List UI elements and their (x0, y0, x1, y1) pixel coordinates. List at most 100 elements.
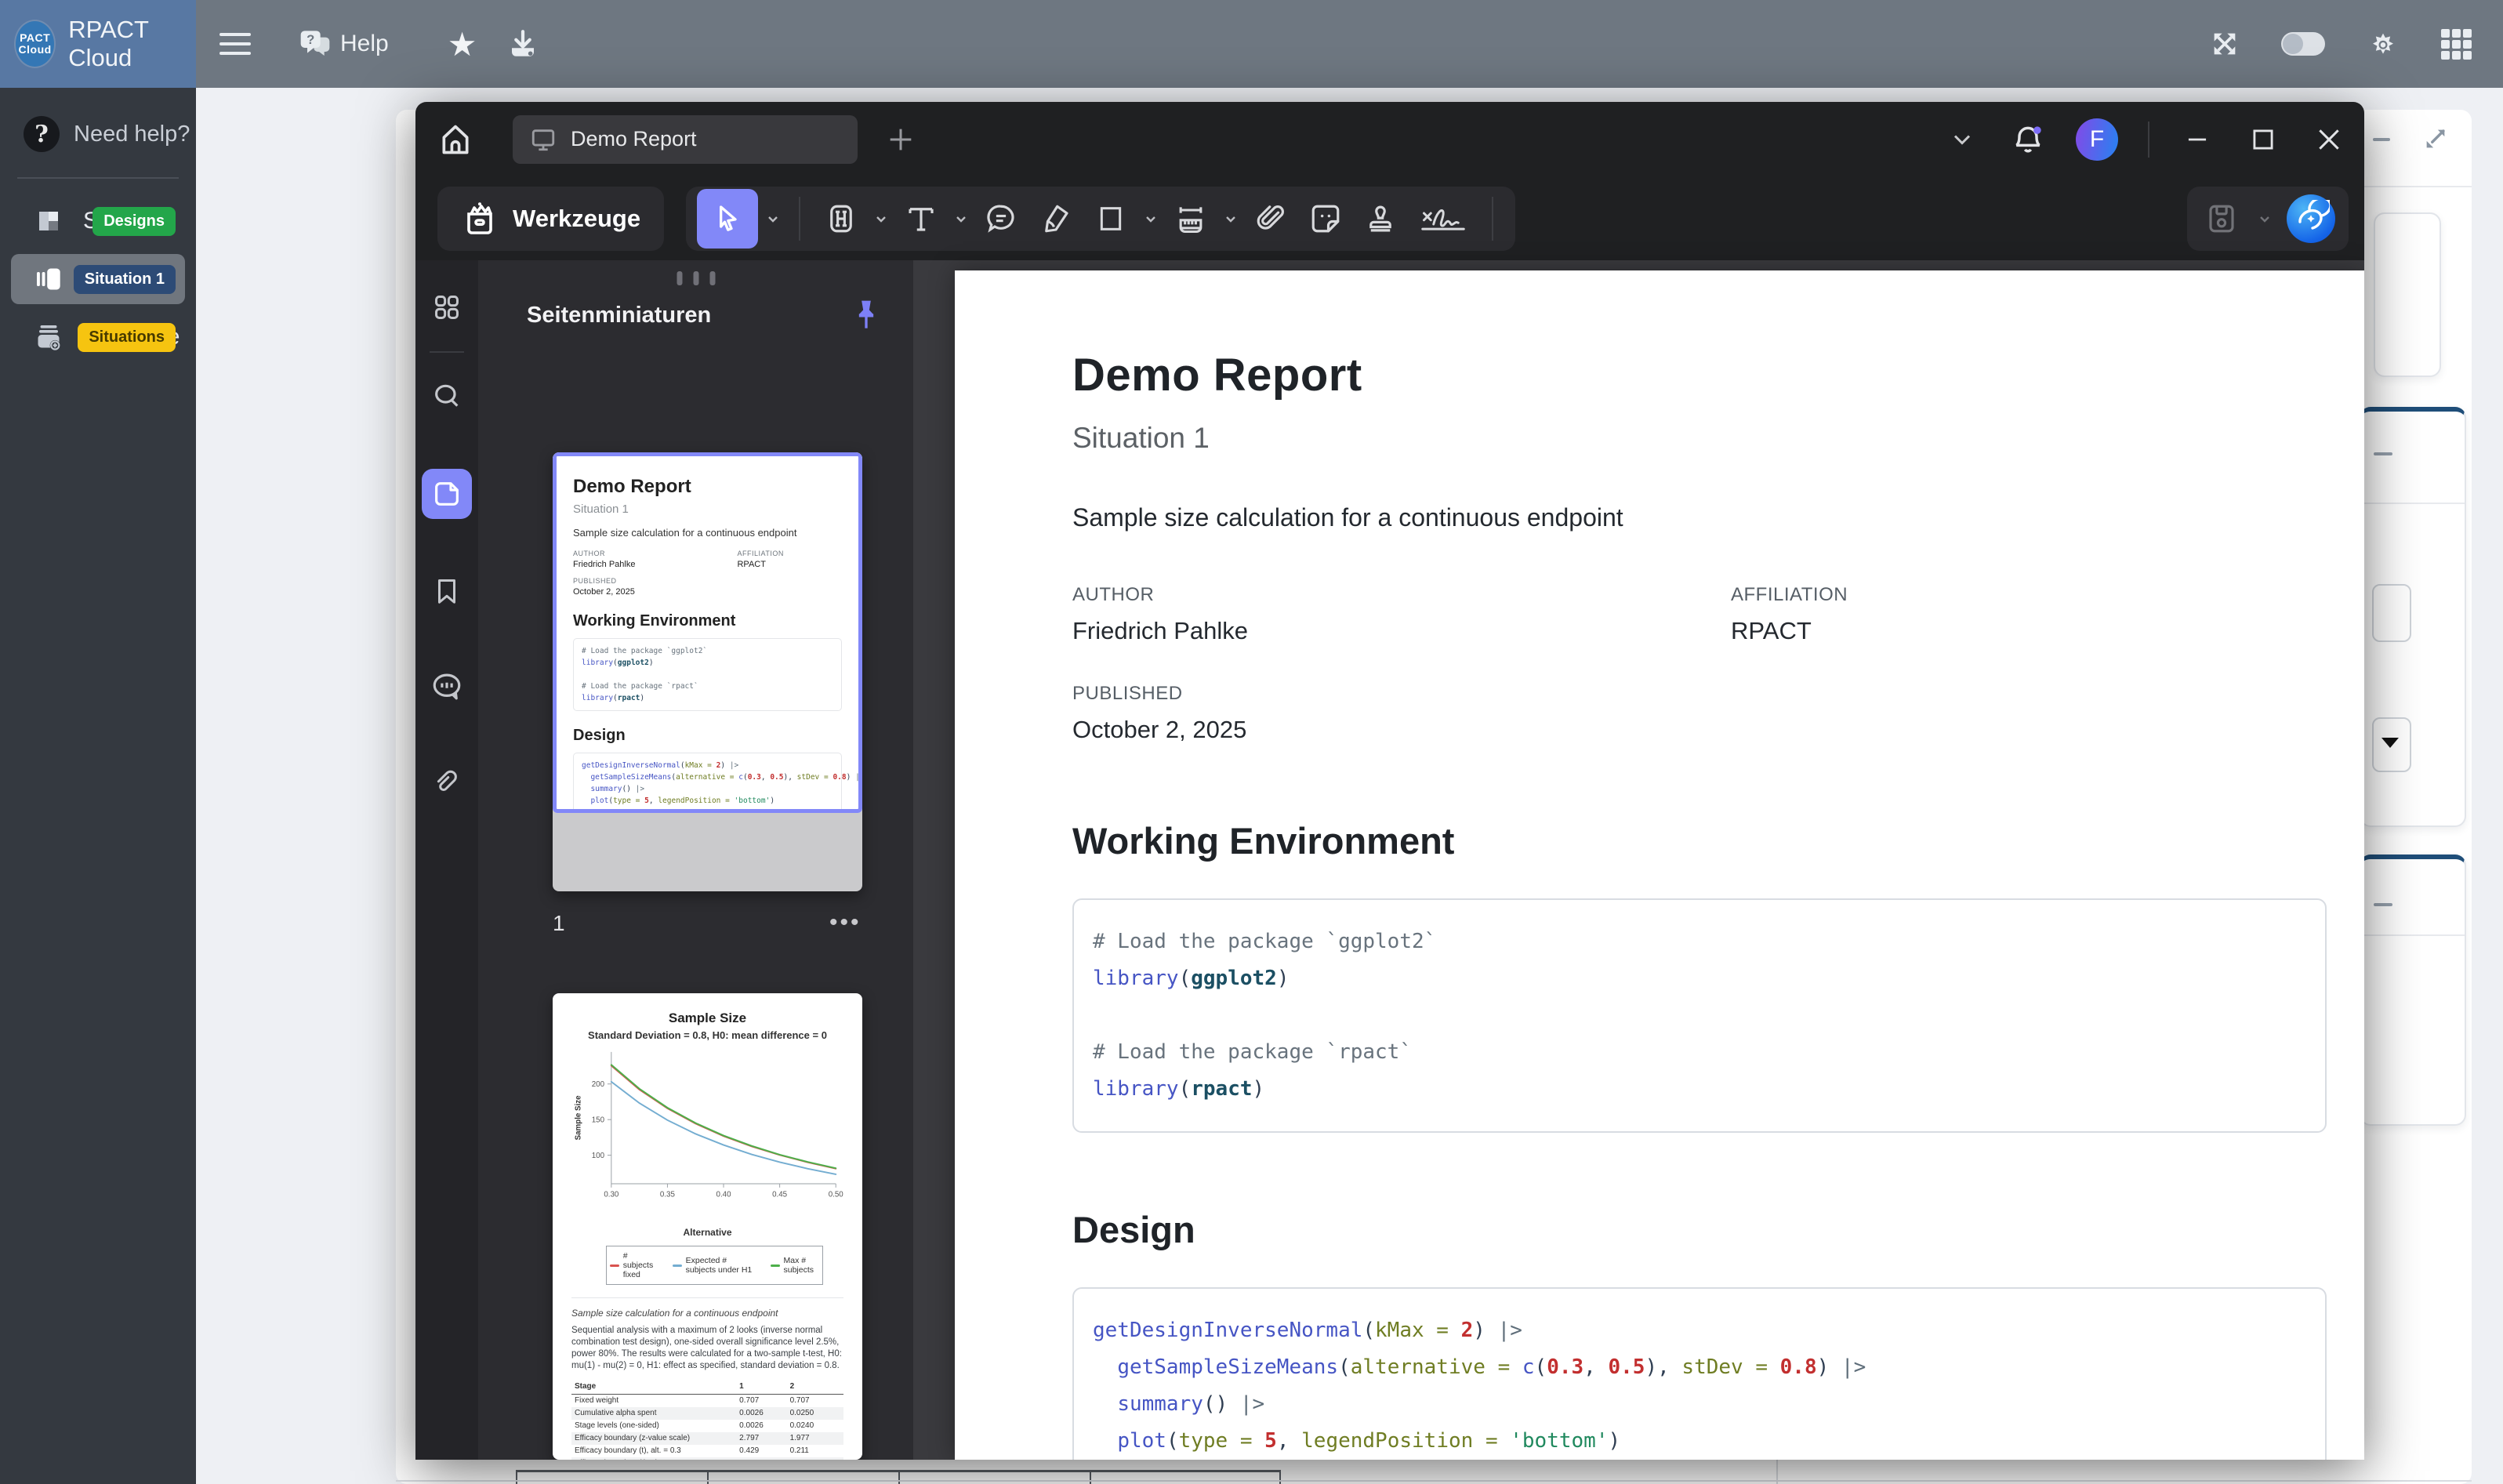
attach-tool[interactable] (1246, 189, 1296, 249)
svg-text:0.50: 0.50 (829, 1191, 843, 1199)
attachments-icon[interactable] (422, 757, 472, 807)
question-mark-icon: ? (24, 116, 60, 152)
svg-text:150: 150 (592, 1116, 605, 1125)
toolbar-separator (799, 197, 800, 241)
svg-text:Sample Size: Sample Size (575, 1095, 583, 1141)
need-help-link[interactable]: ? Need help? (24, 116, 196, 152)
dashboard-grid-icon[interactable] (422, 282, 472, 332)
titlebar-separator (2148, 122, 2149, 158)
bookmarks-icon[interactable] (422, 566, 472, 616)
toolbox-icon (461, 200, 499, 238)
sidebar-item-compare[interactable]: Compare Situations (11, 312, 185, 362)
document-area: Demo Report Situation 1 Sample size calc… (913, 260, 2364, 1460)
highlight-tool-chevron[interactable] (871, 209, 891, 228)
tools-menu-button[interactable]: Werkzeuge (437, 187, 664, 251)
comments-icon[interactable] (422, 662, 472, 712)
panel-expand-icon (2422, 125, 2449, 152)
background-card-navy-2 (2360, 854, 2466, 1126)
mini-code-block: # Load the package `ggplot2`library(ggpl… (573, 638, 842, 711)
document-description: Sample size calculation for a continuous… (1072, 503, 2364, 532)
window-titlebar: Demo Report F (415, 102, 2364, 176)
pdf-viewer-window: Demo Report F (415, 102, 2364, 1460)
measure-tool[interactable] (1166, 189, 1216, 249)
pen-tool[interactable] (1031, 189, 1081, 249)
viewer-sidebar (415, 260, 478, 1460)
section-heading: Design (1072, 1208, 2364, 1251)
rpact-logo: PACT Cloud (16, 21, 54, 67)
notifications-bell-icon[interactable] (2010, 122, 2046, 158)
document-page[interactable]: Demo Report Situation 1 Sample size calc… (955, 270, 2364, 1460)
panel-minimize-dash (2373, 138, 2390, 141)
document-tab[interactable]: Demo Report (513, 115, 858, 164)
svg-text:0.35: 0.35 (660, 1191, 676, 1199)
favorite-star-icon[interactable]: ★ (448, 25, 477, 63)
document-title: Demo Report (1072, 349, 2364, 401)
code-block-design: getDesignInverseNormal(kMax = 2) |> getS… (1072, 1287, 2327, 1460)
dropdown-arrow-icon[interactable] (2381, 738, 2399, 748)
comment-tool[interactable] (976, 189, 1026, 249)
monitor-icon (530, 126, 557, 153)
svg-text:?: ? (307, 32, 314, 47)
maximize-button[interactable] (2245, 122, 2281, 158)
chart-legend: # subjects fixedExpected # subjects unde… (606, 1246, 823, 1285)
page-number: 1 (553, 911, 565, 936)
search-icon[interactable] (422, 372, 472, 422)
ai-assistant-button[interactable] (2283, 190, 2339, 247)
background-card (2374, 212, 2441, 377)
save-options-chevron[interactable] (2255, 209, 2275, 228)
panel-title: Seitenminiaturen (527, 303, 711, 328)
save-button[interactable] (2196, 189, 2247, 249)
strip-divider (430, 351, 464, 353)
sidebar-item-start[interactable]: Start Designs (11, 196, 185, 246)
page-options-button[interactable]: ••• (829, 909, 862, 936)
help-label: Help (340, 31, 389, 57)
home-icon[interactable] (437, 122, 473, 158)
panel-divider (2364, 186, 2472, 187)
published-label: PUBLISHED (1072, 683, 1246, 705)
affiliation-value: RPACT (1731, 617, 1848, 645)
apps-grid-icon[interactable] (2441, 29, 2472, 60)
toolbar-separator (1492, 197, 1493, 241)
panel-drag-handle[interactable] (677, 271, 715, 285)
highlight-tool[interactable] (816, 189, 866, 249)
page-thumbnail-2[interactable]: Sample Size Standard Deviation = 0.8, H0… (553, 993, 862, 1460)
new-tab-button[interactable] (883, 122, 919, 158)
fullscreen-icon[interactable] (2209, 28, 2240, 60)
cursor-tool-chevron[interactable] (763, 209, 783, 228)
settings-gear-icon[interactable] (2366, 27, 2400, 61)
tool-group (686, 187, 1515, 251)
svg-text:0.40: 0.40 (716, 1191, 732, 1199)
menu-icon[interactable] (219, 33, 251, 55)
pin-icon[interactable] (851, 298, 882, 332)
chevron-down-icon[interactable] (1944, 122, 1980, 158)
theme-toggle[interactable] (2281, 32, 2325, 56)
thumbnails-panel: Seitenminiaturen Demo Report Situation 1… (478, 260, 913, 1460)
stamp-tool[interactable] (1355, 189, 1406, 249)
minimize-button[interactable] (2179, 122, 2215, 158)
app-title: RPACT Cloud (68, 16, 196, 72)
sticker-tool[interactable] (1300, 189, 1351, 249)
sidebar: PACT Cloud RPACT Cloud ? Need help? Star… (0, 0, 196, 1484)
compare-icon (34, 323, 63, 351)
page-1-preview: Demo Report Situation 1 Sample size calc… (553, 452, 862, 813)
author-label: AUTHOR (1072, 584, 1731, 606)
shape-rectangle-tool[interactable] (1086, 189, 1136, 249)
shape-tool-chevron[interactable] (1141, 209, 1161, 228)
text-tool[interactable] (896, 189, 946, 249)
app-topbar: ? Help ★ (196, 0, 2503, 88)
sample-size-chart: 1001502000.300.350.400.450.50Sample Size (571, 1041, 843, 1221)
select-cursor-tool[interactable] (697, 189, 758, 249)
download-icon[interactable] (506, 27, 539, 60)
ai-assistant-icon (2287, 194, 2335, 243)
page-thumbnail-1[interactable]: Demo Report Situation 1 Sample size calc… (553, 452, 862, 891)
measure-tool-chevron[interactable] (1221, 209, 1241, 228)
start-icon (34, 207, 63, 235)
text-tool-chevron[interactable] (951, 209, 971, 228)
user-avatar[interactable]: F (2076, 118, 2118, 161)
sidebar-header: PACT Cloud RPACT Cloud (0, 0, 196, 88)
close-button[interactable] (2311, 122, 2347, 158)
help-button[interactable]: ? Help (298, 28, 389, 60)
sidebar-item-design[interactable]: Design Situation 1 (11, 254, 185, 304)
signature-tool[interactable] (1410, 189, 1476, 249)
page-thumbnails-icon[interactable] (422, 469, 472, 519)
